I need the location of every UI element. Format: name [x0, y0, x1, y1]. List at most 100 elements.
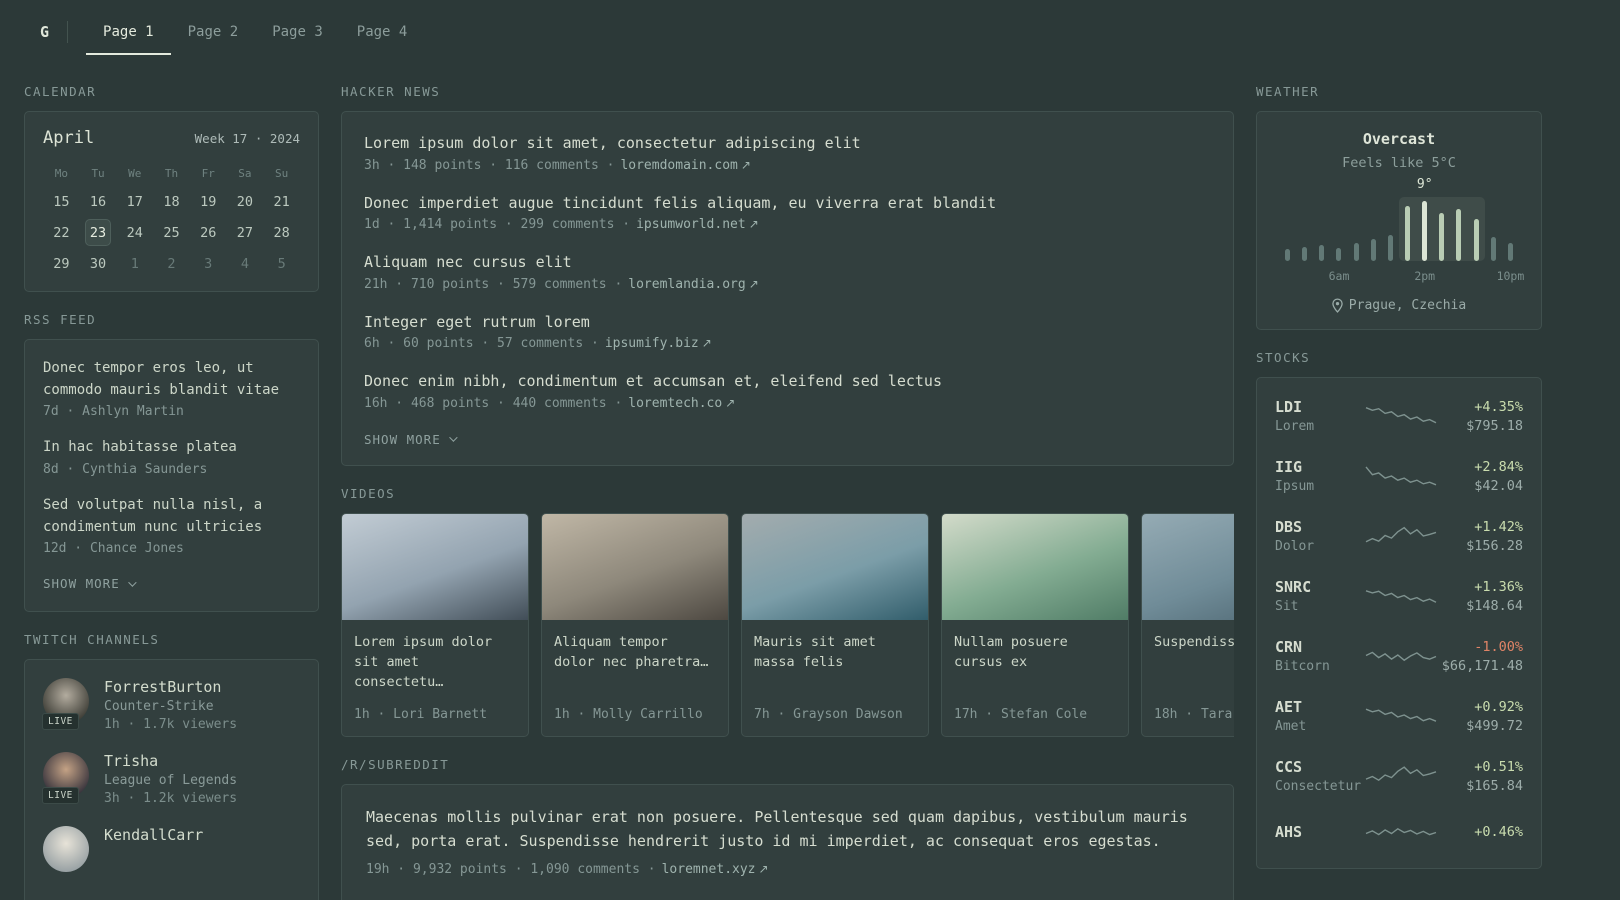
calendar-day: 26 — [200, 224, 217, 241]
calendar-weekday-label: Fr — [201, 166, 215, 180]
twitch-heading: TWITCH CHANNELS — [24, 632, 160, 648]
stock-row[interactable]: LDI Lorem +4.35% $795.18 — [1275, 386, 1523, 446]
sparkline-chart-icon — [1365, 651, 1437, 662]
video-title[interactable]: Lorem ipsum dolor sit amet consectetu… — [354, 632, 516, 693]
rss-item-title[interactable]: In hac habitasse platea — [43, 437, 300, 459]
stock-change: +4.35% — [1474, 398, 1523, 415]
twitch-channel-category[interactable]: League of Legends — [104, 773, 237, 788]
stock-row[interactable]: SNRC Sit +1.36% $148.64 — [1275, 566, 1523, 626]
subreddit-post-domain-link[interactable]: loremnet.xyz ↗ — [662, 862, 769, 877]
nav-tab[interactable]: Page 3 — [255, 9, 340, 55]
video-title[interactable]: Suspendisse diam — [1154, 632, 1234, 652]
hn-item-title[interactable]: Donec imperdiet augue tincidunt felis al… — [364, 192, 1211, 215]
video-card[interactable]: Mauris sit amet massa felis 7h · Grayson… — [741, 512, 929, 737]
top-nav: G Page 1 Page 2 Page 3 Page 4 — [0, 0, 1620, 64]
twitch-channel-info: Trisha League of Legends 3h · 1.2k viewe… — [104, 752, 237, 806]
twitch-channel-info: KendallCarr — [104, 826, 203, 872]
video-card[interactable]: Nullam posuere cursus ex 17h · Stefan Co… — [941, 512, 1129, 737]
app-logo[interactable]: G — [40, 23, 49, 41]
calendar-weekday-label: Su — [275, 166, 289, 180]
rss-widget: RSS FEED Donec tempor eros leo, ut commo… — [24, 312, 319, 613]
video-thumbnail[interactable] — [742, 513, 928, 620]
hackernews-show-more-button[interactable]: SHOW MORE — [364, 430, 458, 449]
video-thumbnail[interactable] — [542, 513, 728, 620]
video-card[interactable]: Aliquam tempor dolor nec pharetra… 1h · … — [541, 512, 729, 737]
stock-price: $42.04 — [1474, 477, 1523, 494]
live-badge: LIVE — [42, 787, 79, 805]
video-thumbnail[interactable] — [942, 513, 1128, 620]
weather-hour-bar — [1502, 197, 1519, 261]
stock-row[interactable]: DBS Dolor +1.42% $156.28 — [1275, 506, 1523, 566]
hn-item-meta: 21h · 710 points · 579 comments · loreml… — [364, 277, 1211, 292]
calendar-day: 25 — [163, 224, 180, 241]
stock-row[interactable]: AHS +0.46% — [1275, 806, 1523, 860]
hn-item-stats: 21h · 710 points · 579 comments · — [364, 276, 623, 292]
hn-item-domain-link[interactable]: loremtech.co ↗ — [628, 396, 735, 411]
twitch-channel-row[interactable]: KendallCarr — [43, 826, 300, 873]
video-title[interactable]: Mauris sit amet massa felis — [754, 632, 916, 673]
hn-item-title[interactable]: Integer eget rutrum lorem — [364, 311, 1211, 334]
stock-values: +1.36% $148.64 — [1438, 579, 1523, 614]
stock-id: AHS — [1275, 823, 1364, 844]
calendar-weekday-label: Mo — [54, 166, 68, 180]
stock-name: Lorem — [1275, 419, 1315, 434]
stock-row[interactable]: IIG Ipsum +2.84% $42.04 — [1275, 446, 1523, 506]
hackernews-show-more-label: SHOW MORE — [364, 431, 441, 447]
stocks-heading: STOCKS — [1256, 350, 1311, 365]
calendar-day: 27 — [236, 224, 254, 241]
external-link-icon: ↗ — [748, 276, 759, 291]
hn-item-domain-link[interactable]: ipsumify.biz ↗ — [605, 336, 712, 351]
weather-hour-bar — [1485, 197, 1502, 261]
weather-hour-label: 10pm — [1496, 269, 1525, 283]
left-column: CALENDAR April Week 17 · 2024 Mo Tu We T… — [24, 64, 319, 900]
nav-tab[interactable]: Page 1 — [86, 9, 171, 55]
twitch-channel-row[interactable]: LIVE Trisha League of Legends 3h · 1.2k … — [42, 752, 300, 806]
stock-sparkline — [1364, 701, 1438, 731]
rss-item-meta: 12d · Chance Jones — [43, 541, 184, 557]
video-title[interactable]: Nullam posuere cursus ex — [954, 632, 1116, 673]
stock-price: $499.72 — [1466, 717, 1523, 734]
twitch-channel-name[interactable]: ForrestBurton — [104, 678, 237, 696]
twitch-channel-name[interactable]: KendallCarr — [104, 826, 203, 844]
hn-item-domain-link[interactable]: loremlandia.org ↗ — [628, 277, 758, 292]
video-card[interactable]: Lorem ipsum dolor sit amet consectetu… 1… — [341, 512, 529, 737]
subreddit-post-title[interactable]: Maecenas mollis pulvinar erat non posuer… — [366, 805, 1209, 855]
rss-item-title[interactable]: Sed volutpat nulla nisl, a condimentum n… — [43, 495, 300, 538]
stock-row[interactable]: CCS Consectetur +0.51% $165.84 — [1275, 746, 1523, 806]
weather-peak-temp: 9° — [1416, 177, 1433, 192]
stock-change: -1.00% — [1474, 638, 1523, 655]
rss-show-more-button[interactable]: SHOW MORE — [43, 574, 137, 593]
video-thumbnail[interactable] — [1142, 513, 1234, 620]
video-body: Mauris sit amet massa felis 7h · Grayson… — [742, 620, 928, 736]
video-card[interactable]: Suspendisse diam 18h · Tara — [1141, 512, 1234, 737]
calendar-day: 23 — [84, 219, 112, 246]
hn-item: Donec imperdiet augue tincidunt felis al… — [364, 192, 1211, 233]
weather-hour-label: 2pm — [1414, 269, 1436, 283]
twitch-channel-name[interactable]: Trisha — [104, 752, 237, 770]
video-title[interactable]: Aliquam tempor dolor nec pharetra… — [554, 632, 716, 673]
video-meta: 1h · Molly Carrillo — [554, 706, 703, 722]
hn-item-domain-link[interactable]: loremdomain.com ↗ — [620, 158, 750, 173]
hn-item-title[interactable]: Donec enim nibh, condimentum et accumsan… — [364, 370, 1211, 393]
hn-item-title[interactable]: Aliquam nec cursus elit — [364, 251, 1211, 274]
nav-tab[interactable]: Page 2 — [171, 9, 256, 55]
stocks-widget: STOCKS LDI Lorem +4.35% $795.18 IIG Ipsu… — [1256, 350, 1542, 869]
calendar-card: April Week 17 · 2024 Mo Tu We Th Fr Sa S… — [24, 111, 319, 292]
external-link-icon: ↗ — [725, 395, 736, 410]
hn-item-title[interactable]: Lorem ipsum dolor sit amet, consectetur … — [364, 132, 1211, 155]
twitch-channel-category[interactable]: Counter-Strike — [104, 699, 237, 714]
twitch-channel-row[interactable]: LIVE ForrestBurton Counter-Strike 1h · 1… — [42, 678, 300, 732]
hn-item-domain-link[interactable]: ipsumworld.net ↗ — [636, 217, 759, 232]
stock-row[interactable]: CRN Bitcorn -1.00% $66,171.48 — [1275, 626, 1523, 686]
hackernews-card: Lorem ipsum dolor sit amet, consectetur … — [341, 111, 1234, 466]
location-pin-icon — [1332, 298, 1343, 313]
nav-tab[interactable]: Page 4 — [340, 9, 425, 55]
rss-item-title[interactable]: Donec tempor eros leo, ut commodo mauris… — [43, 358, 300, 401]
video-thumbnail[interactable] — [342, 513, 528, 620]
twitch-widget: TWITCH CHANNELS LIVE ForrestBurton Count… — [24, 632, 319, 900]
stock-id: DBS Dolor — [1275, 518, 1364, 554]
stock-change: +1.36% — [1474, 578, 1523, 595]
sparkline-chart-icon — [1365, 766, 1437, 782]
stock-sparkline — [1364, 581, 1438, 611]
stock-row[interactable]: AET Amet +0.92% $499.72 — [1275, 686, 1523, 746]
